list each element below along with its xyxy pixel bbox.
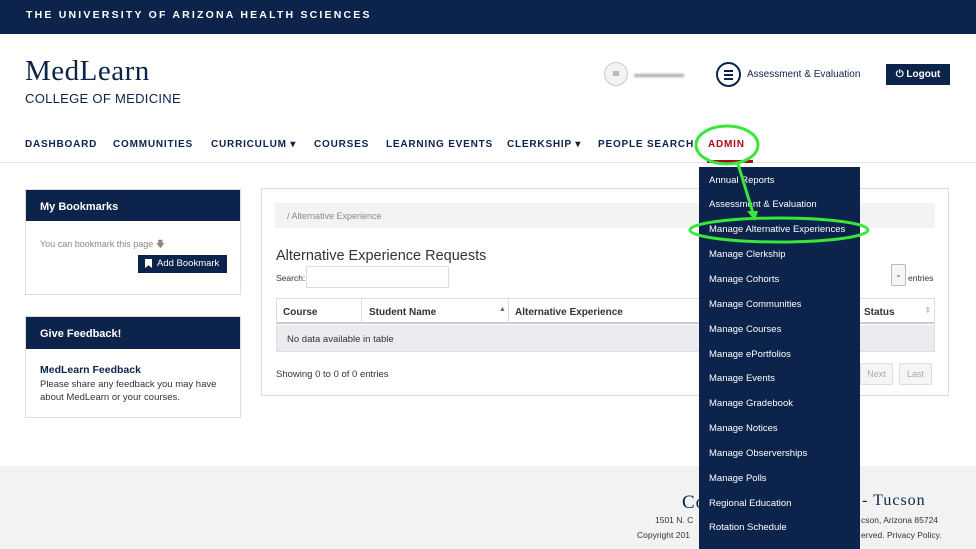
menu-item-manage-observerships[interactable]: Manage Observerships [709,448,807,459]
nav-learning-events[interactable]: LEARNING EVENTS [386,139,493,150]
sort-asc-icon[interactable]: ▲ [499,306,506,313]
page-title: Alternative Experience Requests [276,248,487,264]
arrow-down-icon: 🡇 [155,239,166,249]
menu-item-manage-notices[interactable]: Manage Notices [709,423,778,434]
search-label: Search: [276,273,306,283]
user-name-blurred[interactable]: ▬▬▬▬▬ [634,69,684,80]
next-page-button[interactable]: Next [860,363,893,385]
nav-courses[interactable]: COURSES [314,139,369,150]
menu-item-manage-cohorts[interactable]: Manage Cohorts [709,274,779,285]
column-course[interactable]: Course [283,307,317,318]
menu-item-manage-clerkship[interactable]: Manage Clerkship [709,249,786,260]
assessment-evaluation-link[interactable]: Assessment & Evaluation [747,69,860,80]
admin-active-indicator [707,160,753,163]
logout-button[interactable]: ⏻ Logout [886,64,950,85]
nav-communities[interactable]: COMMUNITIES [113,139,193,150]
menu-item-manage-polls[interactable]: Manage Polls [709,473,767,484]
footer-copyright-right[interactable]: erved. Privacy Policy. [861,530,942,540]
add-bookmark-label: Add Bookmark [157,258,220,269]
site-logo[interactable]: MedLearn [25,55,150,88]
bookmark-icon [145,259,152,268]
nav-dashboard[interactable]: DASHBOARD [25,139,97,150]
menu-item-manage-communities[interactable]: Manage Communities [709,299,801,310]
logout-label: Logout [906,69,941,80]
chevron-down-icon: ▾ [290,139,297,150]
bookmark-hint: You can bookmark this page 🡇 [40,237,165,253]
user-avatar[interactable] [604,62,628,86]
admin-dropdown-menu: Annual Reports Assessment & Evaluation M… [699,167,860,549]
banner-text: THE UNIVERSITY OF ARIZONA HEALTH SCIENCE… [26,9,372,21]
nav-curriculum-label: CURRICULUM [211,139,287,150]
entries-label: entries [908,273,934,283]
nav-divider [0,162,976,163]
column-separator [508,299,509,323]
menu-item-manage-courses[interactable]: Manage Courses [709,324,781,335]
nav-clerkship[interactable]: CLERKSHIP ▾ [507,139,581,150]
nav-admin[interactable]: ADMIN [708,139,745,150]
menu-item-manage-alternative-experiences[interactable]: Manage Alternative Experiences [709,224,845,235]
site-logo-subtitle: COLLEGE OF MEDICINE [25,91,181,106]
add-bookmark-button[interactable]: Add Bookmark [138,255,227,273]
feedback-title: Give Feedback! [26,317,240,349]
nav-clerkship-label: CLERKSHIP [507,139,572,150]
footer-address-right: cson, Arizona 85724 [861,515,939,525]
feedback-link[interactable]: MedLearn Feedback [40,364,141,376]
column-student-name[interactable]: Student Name [369,307,436,318]
entries-length-select[interactable]: ⌄ [891,264,906,286]
chevron-down-icon: ▾ [575,139,582,150]
bookmarks-panel: My Bookmarks You can bookmark this page … [25,189,241,295]
last-page-button[interactable]: Last [899,363,932,385]
footer-copyright-left: Copyright 201 [637,530,690,540]
column-status[interactable]: Status [864,307,895,318]
menu-item-regional-education[interactable]: Regional Education [709,498,791,509]
nav-curriculum[interactable]: CURRICULUM ▾ [211,139,296,150]
feedback-text: Please share any feedback you may have a… [40,379,217,403]
menu-item-manage-events[interactable]: Manage Events [709,373,775,384]
menu-item-assessment-evaluation[interactable]: Assessment & Evaluation [709,199,817,210]
top-banner: THE UNIVERSITY OF ARIZONA HEALTH SCIENCE… [0,0,976,34]
menu-item-manage-eportfolios[interactable]: Manage ePortfolios [709,349,791,360]
footer-title-right: e - Tucson [849,492,926,509]
nav-people-search[interactable]: PEOPLE SEARCH [598,139,694,150]
feedback-panel: Give Feedback! MedLearn Feedback Please … [25,316,241,418]
menu-item-manage-gradebook[interactable]: Manage Gradebook [709,398,793,409]
column-alternative-experience[interactable]: Alternative Experience [515,307,623,318]
bookmarks-title: My Bookmarks [26,190,240,221]
bookmark-hint-text: You can bookmark this page [40,239,154,249]
list-icon[interactable] [716,62,741,87]
footer-address-left: 1501 N. C [655,515,694,525]
sort-both-icon[interactable]: ⬍ [924,305,932,316]
menu-item-annual-reports[interactable]: Annual Reports [709,175,774,186]
column-separator [361,299,362,323]
menu-item-rotation-schedule[interactable]: Rotation Schedule [709,522,787,533]
search-input[interactable] [306,266,449,288]
table-info: Showing 0 to 0 of 0 entries [276,369,389,380]
